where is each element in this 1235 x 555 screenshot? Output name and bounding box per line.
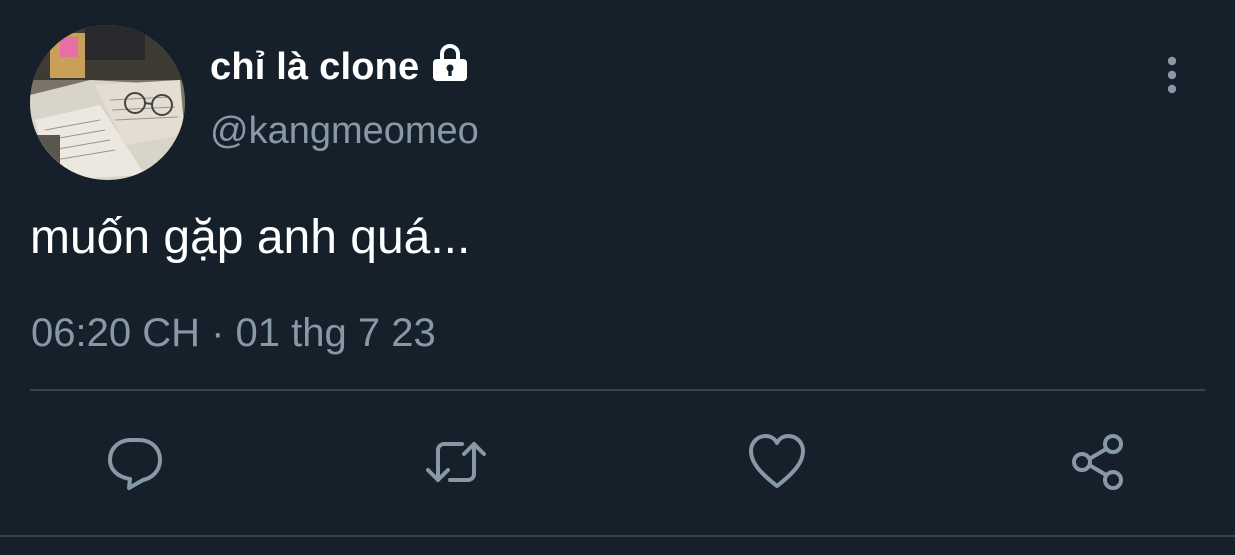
avatar[interactable] (30, 25, 185, 180)
more-vertical-icon[interactable] (1150, 52, 1194, 96)
heart-icon (749, 434, 805, 488)
tweet-timestamp[interactable]: 06:20 CH · 01 thg 7 23 (31, 311, 436, 356)
divider (30, 389, 1205, 391)
lock-icon (429, 42, 471, 84)
tweet-text: muốn gặp anh quá... (30, 211, 471, 264)
retweet-button[interactable] (424, 430, 488, 494)
display-name[interactable]: chỉ là clone (210, 46, 419, 89)
share-icon (1072, 434, 1123, 490)
reply-icon (108, 438, 162, 490)
author-handle[interactable]: @kangmeomeo (210, 110, 479, 153)
like-button[interactable] (745, 430, 809, 494)
author-name-row: chỉ là clone (210, 40, 471, 94)
bottom-divider (0, 535, 1235, 537)
tweet-detail: chỉ là clone @kangmeomeo muốn gặp anh qu… (0, 0, 1235, 555)
avatar-image (30, 25, 185, 180)
share-button[interactable] (1067, 430, 1131, 494)
reply-button[interactable] (103, 430, 167, 494)
retweet-icon (426, 442, 486, 482)
